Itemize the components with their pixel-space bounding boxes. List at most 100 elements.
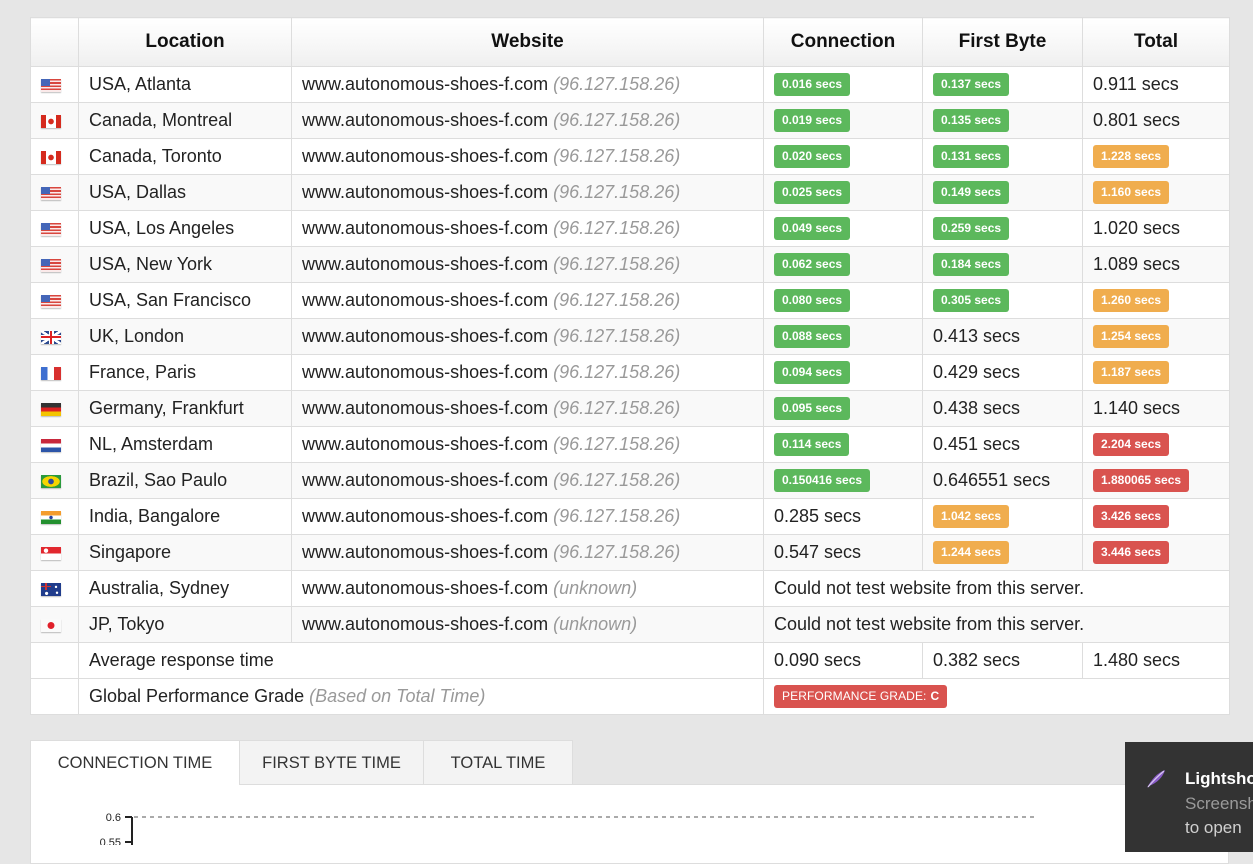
grade-badge-label: PERFORMANCE GRADE: [782, 689, 927, 703]
website-ip: (96.127.158.26) [553, 470, 681, 490]
connection-time-badge: 0.094 secs [774, 361, 851, 384]
notification-line-2: to open [1185, 818, 1242, 837]
first-byte-time-cell: 0.184 secs [922, 246, 1083, 283]
first-byte-time-cell: 0.451 secs [922, 426, 1083, 463]
flag-sg-icon [41, 546, 61, 560]
total-time-value: 1.140 secs [1093, 398, 1181, 418]
total-time-badge: 3.426 secs [1093, 505, 1170, 528]
connection-time-cell: 0.094 secs [763, 354, 923, 391]
first-byte-time-badge: 0.149 secs [933, 181, 1010, 204]
website-cell: www.autonomous-shoes-f.com (96.127.158.2… [291, 102, 764, 139]
first-byte-time-badge: 0.135 secs [933, 109, 1010, 132]
website-ip: (96.127.158.26) [553, 434, 681, 454]
header-location[interactable]: Location [78, 17, 292, 67]
website-ip: (96.127.158.26) [553, 254, 681, 274]
total-time-badge: 1.260 secs [1093, 289, 1170, 312]
flag-us-icon [41, 258, 61, 272]
total-time-cell: 1.880065 secs [1082, 462, 1230, 499]
table-row: France, Paris www.autonomous-shoes-f.com … [30, 354, 1230, 391]
total-time-value: 0.801 secs [1093, 110, 1181, 130]
header-total[interactable]: Total [1082, 17, 1230, 67]
website-ip: (96.127.158.26) [553, 218, 681, 238]
feather-icon [1147, 770, 1165, 788]
flag-cell [30, 534, 79, 571]
location-cell: Singapore [78, 534, 292, 571]
first-byte-time-cell: 1.042 secs [922, 498, 1083, 535]
notification-line-1: Screensh [1185, 794, 1253, 813]
lightshot-notification[interactable]: Lightsho Screensh to open [1125, 742, 1253, 852]
tab-total-time[interactable]: TOTAL TIME [424, 740, 573, 784]
connection-time-cell: 0.049 secs [763, 210, 923, 247]
speed-test-results-table: Location Website Connection First Byte T… [30, 17, 1230, 715]
grade-badge-cell: PERFORMANCE GRADE: C [763, 678, 1230, 715]
connection-time-cell: 0.114 secs [763, 426, 923, 463]
grade-label: Global Performance Grade [89, 686, 305, 706]
grade-label-cell: Global Performance Grade (Based on Total… [78, 678, 764, 715]
first-byte-time-badge: 0.137 secs [933, 73, 1010, 96]
flag-cell [30, 102, 79, 139]
location-cell: USA, Los Angeles [78, 210, 292, 247]
connection-time-cell: 0.150416 secs [763, 462, 923, 499]
total-time-badge: 1.187 secs [1093, 361, 1170, 384]
header-first-byte[interactable]: First Byte [922, 17, 1083, 67]
tab-first-byte-time[interactable]: FIRST BYTE TIME [240, 740, 424, 784]
table-row: UK, London www.autonomous-shoes-f.com (96… [30, 318, 1230, 355]
first-byte-time-cell: 0.131 secs [922, 138, 1083, 175]
website-cell: www.autonomous-shoes-f.com (96.127.158.2… [291, 390, 764, 427]
first-byte-time-cell: 0.413 secs [922, 318, 1083, 355]
average-connection: 0.090 secs [763, 642, 923, 679]
flag-de-icon [41, 402, 61, 416]
connection-time-badge: 0.150416 secs [774, 469, 871, 492]
first-byte-time-cell: 0.259 secs [922, 210, 1083, 247]
average-first-byte: 0.382 secs [922, 642, 1083, 679]
connection-time-cell: 0.547 secs [763, 534, 923, 571]
average-total: 1.480 secs [1082, 642, 1230, 679]
flag-ca-icon [41, 114, 61, 128]
flag-cell [30, 282, 79, 319]
connection-time-cell: 0.285 secs [763, 498, 923, 535]
table-row: USA, Atlanta www.autonomous-shoes-f.com (… [30, 66, 1230, 103]
website-url: www.autonomous-shoes-f.com [302, 434, 549, 454]
connection-time-value: 0.285 secs [774, 506, 862, 526]
table-header-row: Location Website Connection First Byte T… [30, 17, 1230, 67]
flag-nl-icon [41, 438, 61, 452]
flag-cell [30, 246, 79, 283]
grade-row: Global Performance Grade (Based on Total… [30, 678, 1230, 715]
location-cell: India, Bangalore [78, 498, 292, 535]
flag-ca-icon [41, 150, 61, 164]
website-url: www.autonomous-shoes-f.com [302, 542, 549, 562]
flag-cell [30, 390, 79, 427]
website-url: www.autonomous-shoes-f.com [302, 218, 549, 238]
connection-time-badge: 0.114 secs [774, 433, 850, 456]
connection-time-badge: 0.025 secs [774, 181, 851, 204]
website-cell: www.autonomous-shoes-f.com (96.127.158.2… [291, 246, 764, 283]
average-row: Average response time 0.090 secs 0.382 s… [30, 642, 1230, 679]
connection-time-badge: 0.080 secs [774, 289, 851, 312]
website-url: www.autonomous-shoes-f.com [302, 110, 549, 130]
header-website[interactable]: Website [291, 17, 764, 67]
website-url: www.autonomous-shoes-f.com [302, 398, 549, 418]
header-flag [30, 17, 79, 67]
website-cell: www.autonomous-shoes-f.com (unknown) [291, 606, 764, 643]
location-cell: Canada, Montreal [78, 102, 292, 139]
connection-time-badge: 0.088 secs [774, 325, 851, 348]
grade-value: C [930, 689, 940, 703]
flag-us-icon [41, 186, 61, 200]
website-url: www.autonomous-shoes-f.com [302, 290, 549, 310]
first-byte-time-value: 0.429 secs [933, 362, 1021, 382]
first-byte-time-cell: 0.149 secs [922, 174, 1083, 211]
website-cell: www.autonomous-shoes-f.com (96.127.158.2… [291, 138, 764, 175]
website-ip: (96.127.158.26) [553, 146, 681, 166]
total-time-cell: 1.160 secs [1082, 174, 1230, 211]
first-byte-time-cell: 0.429 secs [922, 354, 1083, 391]
tab-connection-time[interactable]: CONNECTION TIME [30, 740, 240, 785]
header-connection[interactable]: Connection [763, 17, 923, 67]
website-url: www.autonomous-shoes-f.com [302, 254, 549, 274]
website-url: www.autonomous-shoes-f.com [302, 146, 549, 166]
location-cell: JP, Tokyo [78, 606, 292, 643]
connection-time-badge: 0.062 secs [774, 253, 851, 276]
connection-time-badge: 0.020 secs [774, 145, 851, 168]
table-row: NL, Amsterdam www.autonomous-shoes-f.com … [30, 426, 1230, 463]
first-byte-time-cell: 0.137 secs [922, 66, 1083, 103]
performance-grade-badge: PERFORMANCE GRADE: C [774, 685, 948, 708]
